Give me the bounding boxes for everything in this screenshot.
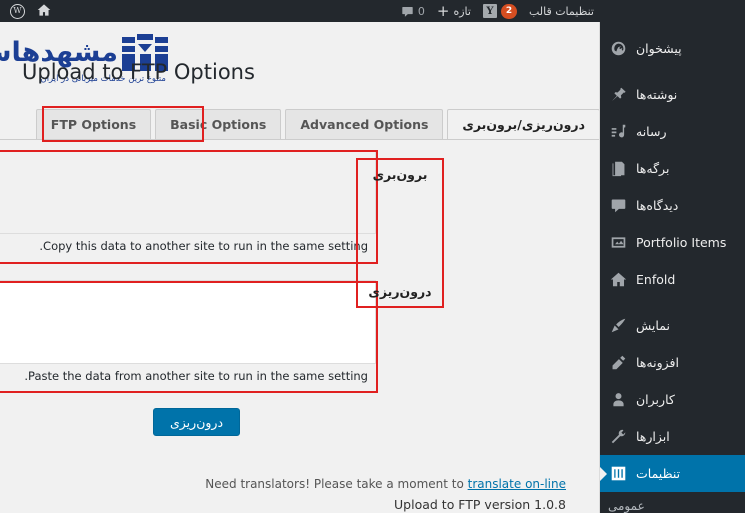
admin-bar-right-icons [0,3,59,20]
sidebar-item-comments-label: دیدگاه‌ها [636,198,679,213]
admin-bar-new-content[interactable]: تازه + [431,0,477,22]
translators-line: Need translators! Please take a moment t… [0,474,566,494]
home-icon [608,270,628,290]
admin-bar-theme-settings[interactable]: تنظیمات قالب [523,0,600,22]
dashboard-icon [608,39,628,59]
sidebar-item-pages-label: برگه‌ها [636,161,670,176]
import-submit-button[interactable]: درون‌ریزی [153,408,241,436]
export-section-label: برون‌بری [372,167,428,182]
sidebar-divider [599,22,600,513]
sidebar-item-dashboard-label: پیشخوان [636,41,682,56]
admin-bar-yoast[interactable]: 2 Y [477,0,523,22]
import-caption: .Paste the data from another site to run… [24,369,368,383]
sidebar-item-pages[interactable]: برگه‌ها [600,150,745,187]
tab-basic-options[interactable]: Basic Options [155,109,282,139]
sidebar-separator-1 [600,67,745,76]
pin-icon [608,85,628,105]
sidebar-item-appearance-label: نمایش [636,318,670,333]
yoast-icon: Y [482,4,497,18]
tab-import-export-label: درون‌ریزی/برون‌بری [462,117,585,132]
portfolio-icon [608,233,628,253]
tab-basic-options-label: Basic Options [170,117,267,132]
sidebar-item-posts[interactable]: نوشته‌ها [600,76,745,113]
home-icon[interactable] [37,3,51,20]
page-footer: Need translators! Please take a moment t… [0,474,578,513]
tab-ftp-options-label: FTP Options [50,117,137,132]
export-caption: .Copy this data to another site to run i… [39,239,368,253]
comment-icon [608,196,628,216]
wordpress-admin-screen: تنظیمات قالب 2 Y تازه + 0 پیشخوان [0,0,745,513]
options-tab-bar: درون‌ریزی/برون‌بری Advanced Options Basi… [0,108,600,140]
yoast-badge-count: 2 [500,3,517,19]
admin-sidebar-menu: پیشخوان نوشته‌ها رسانه برگه‌ها دید [600,22,745,513]
sidebar-item-tools-label: ابزارها [636,429,670,444]
translate-online-link[interactable]: translate on-line [468,477,566,491]
page-title: Upload to FTP Options [22,60,255,84]
appearance-brush-icon [608,316,628,336]
translators-text: Need translators! Please take a moment t… [205,477,468,491]
sidebar-item-comments[interactable]: دیدگاه‌ها [600,187,745,224]
plugin-icon [608,353,628,373]
sidebar-item-appearance[interactable]: نمایش [600,307,745,344]
sidebar-item-media-label: رسانه [636,124,667,139]
comment-icon [402,6,413,17]
import-section-label: درون‌ریزی [368,284,432,299]
sidebar-item-enfold-label: Enfold [636,272,676,287]
admin-bar-left-spacer [600,0,745,22]
admin-bar: تنظیمات قالب 2 Y تازه + 0 [0,0,745,22]
sidebar-item-tools[interactable]: ابزارها [600,418,745,455]
pages-icon [608,159,628,179]
tab-import-export[interactable]: درون‌ریزی/برون‌بری [447,109,600,139]
export-textarea-wrap [0,150,376,234]
admin-bar-comments[interactable]: 0 [395,0,431,22]
plus-icon: + [436,1,450,20]
sidebar-separator-2 [600,298,745,307]
tools-wrench-icon [608,427,628,447]
admin-bar-theme-settings-label: تنظیمات قالب [528,4,594,18]
sidebar-item-users-label: کاربران [636,392,675,407]
tab-advanced-options[interactable]: Advanced Options [285,109,444,139]
sidebar-item-portfolio[interactable]: Portfolio Items [600,224,745,261]
main-content-area: مشهدهاست متنوع ترین خدمات میزبانی در ایر… [0,22,600,513]
sidebar-item-dashboard[interactable]: پیشخوان [600,30,745,67]
submenu-item-general-label: عمومی [608,499,645,513]
submenu-item-general[interactable]: عمومی [600,492,745,513]
sidebar-item-portfolio-label: Portfolio Items [636,235,727,250]
tab-ftp-options[interactable]: FTP Options [35,109,152,139]
sidebar-item-media[interactable]: رسانه [600,113,745,150]
export-textarea[interactable] [0,150,376,234]
import-section: .Paste the data from another site to run… [0,280,376,385]
sidebar-item-plugins-label: افزونه‌ها [636,355,679,370]
import-textarea[interactable] [0,280,376,364]
sidebar-item-posts-label: نوشته‌ها [636,87,678,102]
admin-bar-new-label: تازه [453,4,471,18]
tab-advanced-options-label: Advanced Options [300,117,429,132]
export-section: .Copy this data to another site to run i… [0,150,376,255]
media-icon [608,122,628,142]
sidebar-item-users[interactable]: کاربران [600,381,745,418]
plugin-version-line: Upload to FTP version 1.0.8 [394,497,566,512]
sidebar-item-settings-label: تنظیمات [636,466,681,481]
import-textarea-wrap [0,280,376,364]
wordpress-logo-icon[interactable] [10,3,25,19]
sidebar-item-plugins[interactable]: افزونه‌ها [600,344,745,381]
section-labels-annotation: برون‌بری درون‌ریزی [356,158,444,308]
admin-bar-comment-count: 0 [417,4,425,18]
sidebar-item-settings[interactable]: تنظیمات [600,455,745,492]
sidebar-item-enfold[interactable]: Enfold [600,261,745,298]
settings-sliders-icon [608,464,628,484]
users-icon [608,390,628,410]
